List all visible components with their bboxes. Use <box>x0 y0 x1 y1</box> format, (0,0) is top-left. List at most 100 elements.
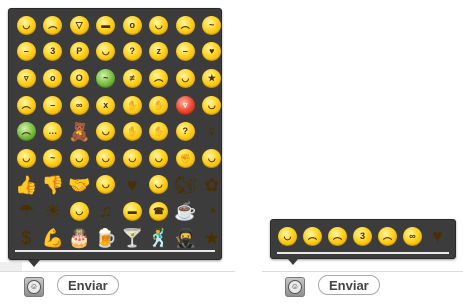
emoticon-sad[interactable]: ︵ <box>300 223 325 249</box>
rain-icon: ☂ <box>18 201 35 222</box>
emoticon-wasnt-me[interactable]: ◡ <box>172 65 199 92</box>
emoticon-puke[interactable]: ~ <box>93 65 120 92</box>
lips-sealed-icon: x <box>96 95 116 115</box>
emoticon-call[interactable]: ☎ <box>146 198 173 225</box>
emoticon-tongue-out[interactable]: P <box>66 39 93 66</box>
emoticon-squirrel[interactable]: 🐿 <box>172 172 199 199</box>
emoticon-dull[interactable]: – <box>172 39 199 66</box>
cash-icon: $ <box>21 228 32 249</box>
emoticon-kiss[interactable]: 3 <box>40 39 67 66</box>
emoticon-hi[interactable]: ✋ <box>119 92 146 119</box>
emoticon-mmm[interactable]: – <box>40 92 67 119</box>
emoticon-laugh[interactable]: ▽ <box>66 12 93 39</box>
emoticon-wink[interactable]: ◡ <box>146 12 173 39</box>
emoticon-punch[interactable]: ✊ <box>172 145 199 172</box>
emoticon-talking[interactable]: o <box>40 65 67 92</box>
emoticon-bear[interactable]: 🧸 <box>66 118 93 145</box>
send-button[interactable]: Enviar <box>57 275 119 295</box>
emoticon-emo[interactable]: ◡ <box>199 145 226 172</box>
emoticon-coffee[interactable]: ☕ <box>172 198 199 225</box>
emoticon-time[interactable]: ◡ <box>66 198 93 225</box>
emoticon-party[interactable]: ★ <box>199 65 226 92</box>
emoticon-envy[interactable]: ︵ <box>13 118 40 145</box>
emoticon-cool[interactable]: ▬ <box>93 12 120 39</box>
emoticon-devil[interactable]: ▿ <box>172 92 199 119</box>
emoticon-happy[interactable]: ◡ <box>66 145 93 172</box>
emoticon-heart[interactable]: ♥ <box>119 172 146 199</box>
emoticon-angry[interactable]: ︵ <box>146 65 173 92</box>
emoticon-sleepy[interactable]: z <box>146 39 173 66</box>
smirk-icon: ◡ <box>96 148 116 168</box>
thumbs-up-icon: 👍 <box>15 174 38 195</box>
emoticon-surprised[interactable]: o <box>119 12 146 39</box>
emoticon-yawn[interactable]: O <box>66 65 93 92</box>
emoticon-speechless[interactable]: – <box>13 39 40 66</box>
emoticon-bandit[interactable]: ▬ <box>119 198 146 225</box>
emoticon-flower[interactable]: ✿ <box>199 172 226 199</box>
emoticon-make-up[interactable]: ◡ <box>93 118 120 145</box>
emoticon-thumbs-down[interactable]: 👎 <box>40 172 67 199</box>
emoticon-muscle[interactable]: 💪 <box>40 225 67 252</box>
emoticon-facepalm[interactable]: ✋ <box>146 92 173 119</box>
emoticon-rain[interactable]: ☂ <box>13 198 40 225</box>
emoticon-cake[interactable]: 🎂 <box>66 225 93 252</box>
emoticon-dance[interactable]: 🕺 <box>146 225 173 252</box>
emoticon-smile[interactable]: ◡ <box>275 223 300 249</box>
emoticon-wondering[interactable]: ? <box>119 39 146 66</box>
emoticon-lips-sealed[interactable]: x <box>93 92 120 119</box>
envy-icon: ︵ <box>16 122 36 142</box>
emoticon-skype-heart[interactable]: ◡ <box>93 172 120 199</box>
emoticon-thumbs-up[interactable]: 👍 <box>13 172 40 199</box>
emoticon-whew[interactable]: ~ <box>40 145 67 172</box>
doh-icon: ≠ <box>122 68 142 88</box>
emoticon-doh[interactable]: ≠ <box>119 65 146 92</box>
emoticon-blush[interactable]: ◡ <box>93 39 120 66</box>
sad-icon: ︵ <box>303 226 322 246</box>
handshake-icon: 🤝 <box>68 174 91 195</box>
emoticon-heart[interactable]: ♥ <box>425 223 450 249</box>
emoticon-nod[interactable]: ◡ <box>119 145 146 172</box>
emoticon-star[interactable]: ★ <box>199 225 226 252</box>
emoticon-sad[interactable]: ︵ <box>40 12 67 39</box>
send-button[interactable]: Enviar <box>318 275 380 295</box>
emoticon-toggle-button[interactable]: ☺ <box>24 277 44 297</box>
emoticon-crying[interactable]: ︵ <box>172 12 199 39</box>
emoticon-cash[interactable]: $ <box>13 225 40 252</box>
emoticon-toivo[interactable]: ◡ <box>146 172 173 199</box>
emoticon-nerd[interactable]: ∞ <box>400 223 425 249</box>
emoticon-drink[interactable]: 🍸 <box>119 225 146 252</box>
emoticon-covered-laugh[interactable]: ✋ <box>119 118 146 145</box>
emoticon-clapping[interactable]: ✋ <box>146 118 173 145</box>
emoticon-pizza[interactable]: ◔ <box>199 198 226 225</box>
emoticon-sun[interactable]: ☀ <box>40 198 67 225</box>
emoticon-smile[interactable]: ◡ <box>13 12 40 39</box>
emoticon-music[interactable]: ♫ <box>93 198 120 225</box>
emoticon-rofl[interactable]: ◡ <box>13 145 40 172</box>
emoticon-beer[interactable]: 🍺 <box>93 225 120 252</box>
emoticon-bow[interactable]: ♀ <box>199 118 226 145</box>
heart-icon: ♥ <box>432 226 443 246</box>
emoticon-crying[interactable]: ︵ <box>325 223 350 249</box>
kiss-icon: 3 <box>353 226 372 246</box>
emoticon-evil-grin[interactable]: ▿ <box>13 65 40 92</box>
bow-icon: ♀ <box>205 121 219 142</box>
emoticon-shake[interactable]: ◡ <box>146 145 173 172</box>
surprised-icon: o <box>122 15 142 35</box>
emoticon-worried[interactable]: ︵ <box>13 92 40 119</box>
emoticon-smirk[interactable]: ◡ <box>93 145 120 172</box>
worried-icon: ︵ <box>378 226 397 246</box>
emoticon-handshake[interactable]: 🤝 <box>66 172 93 199</box>
tongue-out-icon: P <box>69 42 89 62</box>
emoticon-toggle-button[interactable]: ☺ <box>285 277 305 297</box>
emoticon-sweat[interactable]: ~ <box>199 12 226 39</box>
shake-icon: ◡ <box>149 148 169 168</box>
emoticon-worried[interactable]: ︵ <box>375 223 400 249</box>
emoticon-angel[interactable]: ◡ <box>199 92 226 119</box>
emoticon-nerd[interactable]: ∞ <box>66 92 93 119</box>
emoticon-thinking[interactable]: ? <box>172 118 199 145</box>
emoticon-in-love[interactable]: ♥ <box>199 39 226 66</box>
thinking-icon: ? <box>175 122 195 142</box>
emoticon-wait[interactable]: … <box>40 118 67 145</box>
emoticon-kiss[interactable]: 3 <box>350 223 375 249</box>
emoticon-ninja[interactable]: 🥷 <box>172 225 199 252</box>
